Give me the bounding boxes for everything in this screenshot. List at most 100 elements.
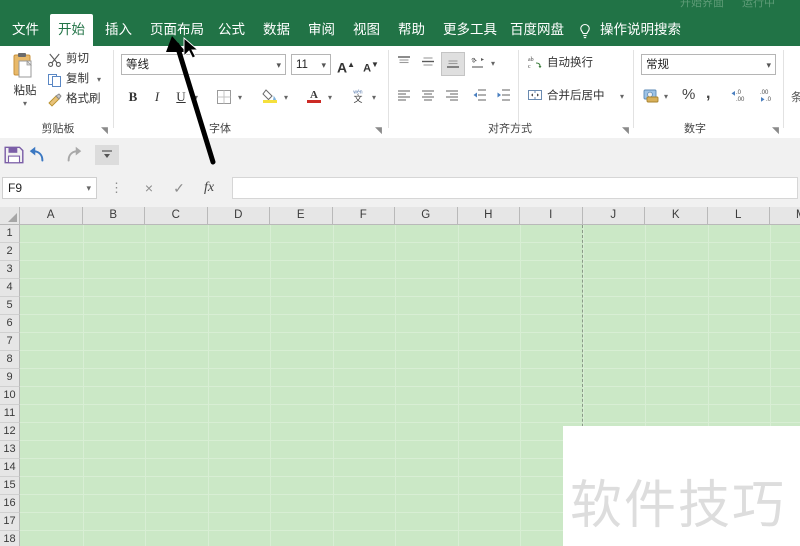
gridline-horizontal	[20, 386, 800, 387]
copy-chevron-down-icon[interactable]: ▾	[97, 76, 101, 84]
column-header-M[interactable]: M	[770, 207, 800, 225]
clipboard-dialog-launcher[interactable]: ◥	[101, 125, 111, 135]
font-size-chevron-down-icon[interactable]: ▾	[321, 55, 326, 74]
tab-baidu-netdisk[interactable]: 百度网盘	[503, 14, 565, 46]
shrink-font-button[interactable]: A▼	[360, 54, 382, 76]
undo-icon[interactable]	[27, 145, 49, 165]
select-all-corner[interactable]	[0, 207, 20, 225]
phonetic-chevron-down-icon[interactable]: ▾	[372, 94, 376, 102]
row-header-2[interactable]: 2	[0, 243, 20, 261]
name-box[interactable]: F9 ▾	[2, 177, 97, 199]
number-format-chevron-down-icon[interactable]: ▾	[766, 55, 771, 74]
text-orientation-icon: a	[470, 54, 484, 68]
grow-font-button[interactable]: A▲	[335, 54, 357, 76]
customize-qat-icon[interactable]	[95, 145, 119, 165]
row-header-12[interactable]: 12	[0, 423, 20, 441]
wrap-text-command[interactable]: 自动换行	[547, 55, 593, 72]
save-icon[interactable]	[3, 145, 25, 165]
tab-view[interactable]: 视图	[346, 14, 386, 46]
redo-icon[interactable]	[62, 145, 84, 165]
column-header-L[interactable]: L	[707, 207, 770, 225]
insert-function-button[interactable]: fx	[196, 177, 222, 199]
column-header-I[interactable]: I	[520, 207, 583, 225]
row-header-5[interactable]: 5	[0, 297, 20, 315]
column-header-A[interactable]: A	[20, 207, 83, 225]
tab-review[interactable]: 审阅	[301, 14, 341, 46]
merge-center-command[interactable]: 合并后居中	[547, 88, 605, 105]
svg-text:.00: .00	[736, 97, 745, 103]
comma-style-button[interactable]: ,	[706, 85, 710, 102]
format-painter-command[interactable]: 格式刷	[66, 91, 101, 108]
font-size-value: 11	[296, 59, 308, 71]
font-color-chevron-down-icon[interactable]: ▾	[328, 94, 332, 102]
tab-data[interactable]: 数据	[256, 14, 296, 46]
paste-button[interactable]: 粘贴 ▾	[5, 50, 45, 112]
tab-formulas[interactable]: 公式	[211, 14, 251, 46]
formula-bar: F9 ▾ ⋮ × ✓ fx	[0, 172, 800, 208]
row-header-16[interactable]: 16	[0, 495, 20, 513]
borders-chevron-down-icon[interactable]: ▾	[238, 94, 242, 102]
paste-chevron-down-icon[interactable]: ▾	[23, 100, 27, 108]
tab-file[interactable]: 文件	[5, 14, 45, 46]
row-header-1[interactable]: 1	[0, 225, 20, 243]
confirm-entry-button[interactable]: ✓	[166, 177, 192, 199]
copy-command[interactable]: 复制	[66, 71, 89, 88]
column-header-C[interactable]: C	[145, 207, 208, 225]
row-header-10[interactable]: 10	[0, 387, 20, 405]
tab-insert[interactable]: 插入	[98, 14, 138, 46]
borders-icon	[217, 90, 231, 104]
fill-color-chevron-down-icon[interactable]: ▾	[284, 94, 288, 102]
column-header-H[interactable]: H	[457, 207, 520, 225]
tell-me-search[interactable]: 操作说明搜索	[600, 14, 681, 46]
column-header-J[interactable]: J	[582, 207, 645, 225]
column-header-D[interactable]: D	[207, 207, 270, 225]
row-header-9[interactable]: 9	[0, 369, 20, 387]
formula-bar-expand-handle[interactable]: ⋮	[104, 177, 130, 199]
merge-chevron-down-icon[interactable]: ▾	[620, 93, 624, 101]
italic-button[interactable]: I	[146, 86, 168, 108]
styles-group-partial[interactable]: 条	[791, 90, 800, 107]
row-header-13[interactable]: 13	[0, 441, 20, 459]
row-header-4[interactable]: 4	[0, 279, 20, 297]
row-header-11[interactable]: 11	[0, 405, 20, 423]
row-header-14[interactable]: 14	[0, 459, 20, 477]
column-header-E[interactable]: E	[270, 207, 333, 225]
gridline-horizontal	[20, 332, 800, 333]
column-header-G[interactable]: G	[395, 207, 458, 225]
formula-input[interactable]	[232, 177, 798, 199]
font-size-combo[interactable]: 11 ▾	[291, 54, 331, 75]
row-header-17[interactable]: 17	[0, 513, 20, 531]
column-header-B[interactable]: B	[82, 207, 145, 225]
font-name-chevron-down-icon[interactable]: ▾	[276, 55, 281, 74]
align-bottom-button[interactable]	[441, 52, 465, 76]
tab-help[interactable]: 帮助	[391, 14, 431, 46]
tab-more-tools[interactable]: 更多工具	[436, 14, 498, 46]
font-dialog-launcher[interactable]: ◥	[375, 125, 385, 135]
svg-text:c: c	[528, 64, 531, 70]
cancel-entry-button[interactable]: ×	[136, 177, 162, 199]
tab-page-layout[interactable]: 页面布局	[143, 14, 205, 46]
row-header-3[interactable]: 3	[0, 261, 20, 279]
underline-chevron-down-icon[interactable]: ▾	[194, 94, 198, 102]
row-header-6[interactable]: 6	[0, 315, 20, 333]
orientation-chevron-down-icon[interactable]: ▾	[491, 60, 495, 68]
alignment-dialog-launcher[interactable]: ◥	[622, 125, 632, 135]
cut-command[interactable]: 剪切	[66, 51, 89, 68]
bold-button[interactable]: B	[122, 86, 144, 108]
column-header-F[interactable]: F	[332, 207, 395, 225]
gridline-horizontal	[20, 368, 800, 369]
currency-chevron-down-icon[interactable]: ▾	[664, 93, 668, 101]
ribbon-body: 粘贴 ▾ 剪切 复制 ▾ 格式刷 剪贴板 ◥ 等线 ▾ 11 ▾ A▲ A▼ B…	[0, 46, 800, 139]
number-dialog-launcher[interactable]: ◥	[772, 125, 782, 135]
percent-style-button[interactable]: %	[682, 86, 695, 103]
name-box-chevron-down-icon[interactable]: ▾	[86, 178, 91, 198]
row-header-8[interactable]: 8	[0, 351, 20, 369]
row-header-15[interactable]: 15	[0, 477, 20, 495]
row-header-7[interactable]: 7	[0, 333, 20, 351]
font-name-combo[interactable]: 等线 ▾	[121, 54, 286, 75]
number-format-combo[interactable]: 常规 ▾	[641, 54, 776, 75]
row-header-18[interactable]: 18	[0, 531, 20, 546]
column-header-K[interactable]: K	[645, 207, 708, 225]
underline-button[interactable]: U	[170, 86, 192, 108]
tab-home[interactable]: 开始	[50, 14, 93, 46]
